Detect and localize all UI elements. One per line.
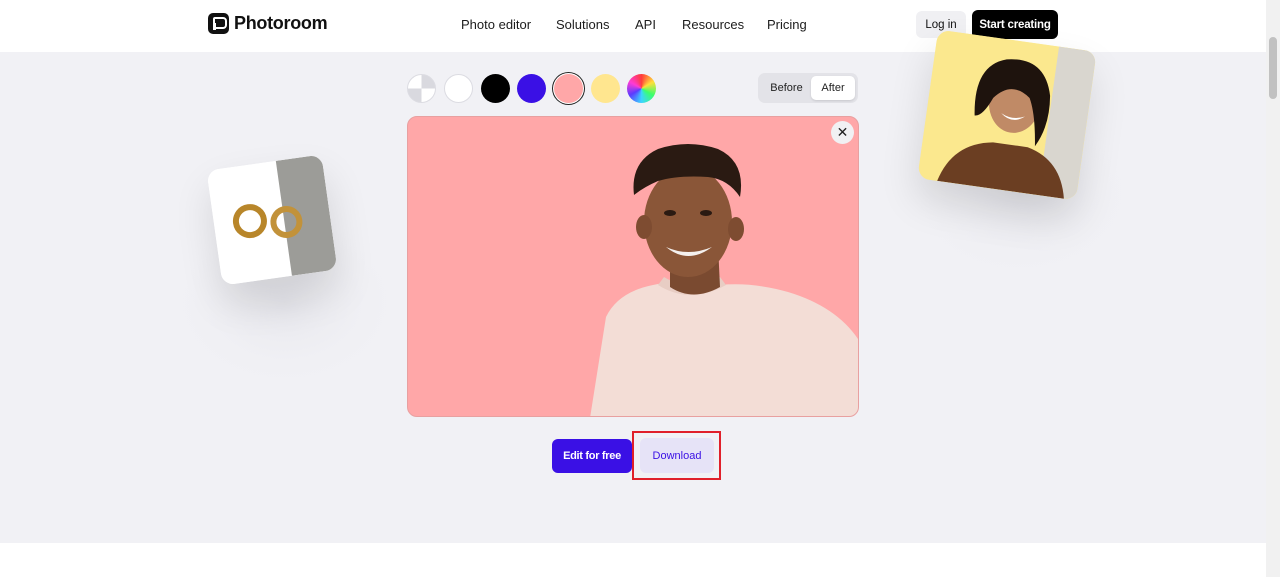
portrait-image bbox=[917, 29, 1097, 201]
page-bottom bbox=[0, 543, 1266, 577]
download-button[interactable]: Download bbox=[640, 438, 714, 473]
edit-for-free-button[interactable]: Edit for free bbox=[552, 439, 632, 473]
swatch-color-picker[interactable] bbox=[627, 74, 656, 103]
nav-link-photo-editor[interactable]: Photo editor bbox=[461, 17, 531, 32]
toggle-before[interactable]: Before bbox=[762, 76, 811, 100]
top-navbar: Photoroom Photo editor Solutions API Res… bbox=[0, 0, 1266, 52]
preview-image bbox=[407, 116, 859, 417]
swatch-black[interactable] bbox=[481, 74, 510, 103]
person-cutout-image bbox=[590, 144, 858, 416]
earrings-example-card bbox=[206, 154, 338, 286]
nav-links: Photo editor Solutions API Resources Pri… bbox=[0, 17, 1266, 33]
portrait-example-card bbox=[917, 29, 1097, 201]
swatch-pink-selected[interactable] bbox=[554, 74, 583, 103]
swatch-purple[interactable] bbox=[517, 74, 546, 103]
swatch-white[interactable] bbox=[444, 74, 473, 103]
before-after-toggle: Before After bbox=[758, 73, 858, 103]
toggle-after[interactable]: After bbox=[811, 76, 855, 100]
start-creating-button[interactable]: Start creating bbox=[972, 10, 1058, 39]
swatch-yellow[interactable] bbox=[591, 74, 620, 103]
scrollbar-thumb[interactable] bbox=[1269, 37, 1277, 99]
nav-link-resources[interactable]: Resources bbox=[682, 17, 744, 32]
close-icon[interactable]: ✕ bbox=[831, 121, 854, 144]
nav-link-pricing[interactable]: Pricing bbox=[767, 17, 807, 32]
earrings-image bbox=[206, 154, 338, 286]
swatch-transparent[interactable] bbox=[407, 74, 436, 103]
nav-link-api[interactable]: API bbox=[635, 17, 656, 32]
nav-link-solutions[interactable]: Solutions bbox=[556, 17, 609, 32]
